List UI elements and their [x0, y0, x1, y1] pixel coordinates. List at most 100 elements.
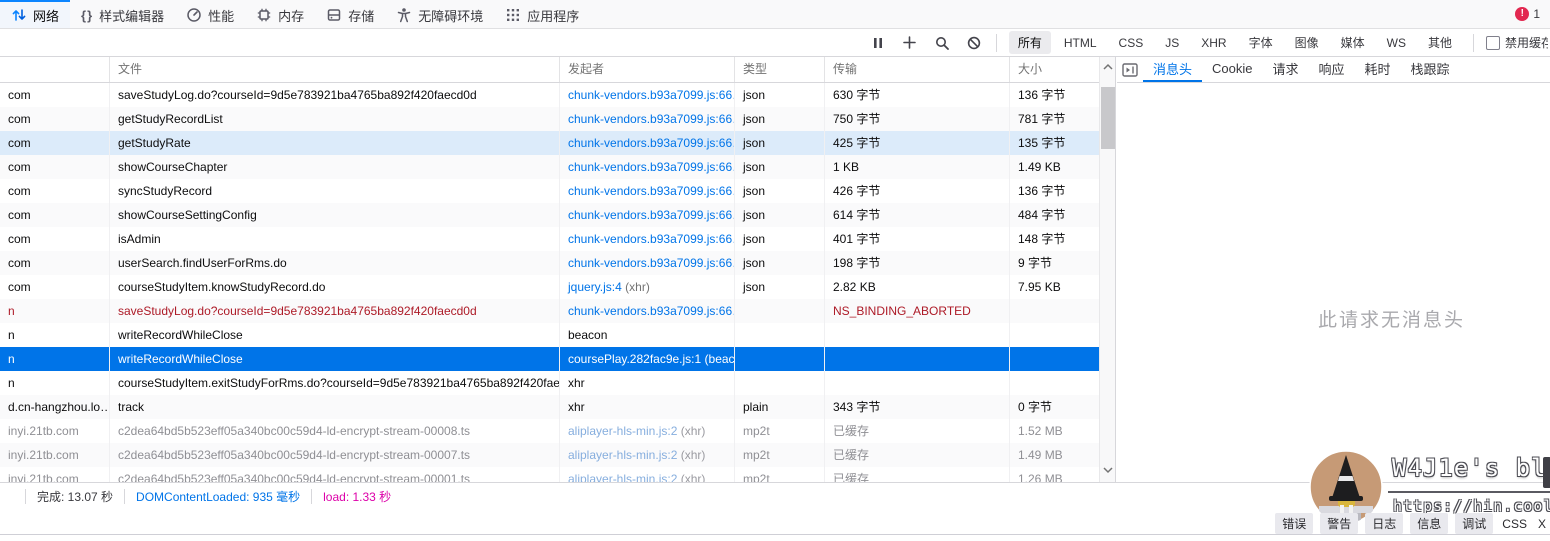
size-cell: 136 字节: [1010, 179, 1100, 203]
filter-js[interactable]: JS: [1156, 33, 1188, 53]
disable-cache-checkbox[interactable]: 禁用缓存: [1486, 34, 1548, 51]
initiator-link[interactable]: chunk-vendors.b93a7099.js:66…: [568, 208, 734, 222]
initiator-link[interactable]: chunk-vendors.b93a7099.js:66…: [568, 160, 734, 174]
detail-tab-response[interactable]: 响应: [1309, 57, 1355, 82]
block-button[interactable]: [964, 33, 984, 53]
transferred-cell: 198 字节: [825, 251, 1010, 275]
initiator-link[interactable]: chunk-vendors.b93a7099.js:66…: [568, 256, 734, 270]
network-toolbar-controls: 所有 HTML CSS JS XHR 字体 图像 媒体 WS 其他 禁用缓存: [868, 29, 1550, 56]
add-request-button[interactable]: [900, 33, 920, 53]
scrollbar-thumb[interactable]: [1101, 87, 1115, 149]
filter-other[interactable]: 其他: [1419, 31, 1461, 54]
transferred-cell: 已缓存: [825, 443, 1010, 467]
initiator-cause: (xhr): [677, 448, 706, 462]
initiator-link[interactable]: jquery.js:4: [568, 280, 622, 294]
domcontentloaded-time[interactable]: DOMContentLoaded: 935 毫秒: [136, 488, 300, 505]
filter-html[interactable]: HTML: [1055, 33, 1106, 53]
panel-toggle-icon: [1122, 62, 1138, 77]
scroll-down-icon[interactable]: [1101, 464, 1115, 476]
scroll-up-icon[interactable]: [1101, 61, 1115, 73]
file-cell: track: [110, 395, 560, 419]
table-scrollbar[interactable]: [1099, 57, 1115, 482]
size-cell: [1010, 371, 1100, 395]
console-filter-info[interactable]: 信息: [1410, 513, 1449, 534]
console-filter-css[interactable]: CSS: [1500, 515, 1529, 533]
initiator-link[interactable]: chunk-vendors.b93a7099.js:66…: [568, 112, 734, 126]
request-row[interactable]: com showCourseChapter chunk-vendors.b93a70…: [0, 155, 1115, 179]
column-header-type[interactable]: 类型: [735, 57, 825, 82]
initiator-cell: xhr: [560, 371, 735, 395]
checkbox-icon: [1486, 35, 1500, 50]
console-filter-debug[interactable]: 调试: [1455, 513, 1494, 534]
initiator-link[interactable]: aliplayer-hls-min.js:2: [568, 472, 677, 482]
request-row[interactable]: com getStudyRate chunk-vendors.b93a7099.js…: [0, 131, 1115, 155]
pause-button[interactable]: [868, 33, 888, 53]
detail-tab-stack-trace[interactable]: 栈跟踪: [1401, 57, 1460, 82]
column-header-transferred[interactable]: 传输: [825, 57, 1010, 82]
request-row[interactable]: inyi.21tb.com c2dea64bd5b523eff05a340bc00…: [0, 443, 1115, 467]
filter-xhr[interactable]: XHR: [1192, 33, 1235, 53]
console-filter-errors[interactable]: 错误: [1275, 513, 1314, 534]
request-row[interactable]: n saveStudyLog.do?courseId=9d5e783921ba47…: [0, 299, 1115, 323]
initiator-link[interactable]: chunk-vendors.b93a7099.js:66…: [568, 88, 734, 102]
network-arrows-icon: [12, 9, 26, 21]
request-row[interactable]: d.cn-hangzhou.lo… track xhr plain 343 字节 0 字节: [0, 395, 1115, 419]
initiator-cell: chunk-vendors.b93a7099.js:66…: [560, 203, 735, 227]
column-header-initiator[interactable]: 发起者: [560, 57, 735, 82]
initiator-link[interactable]: aliplayer-hls-min.js:2: [568, 424, 677, 438]
error-count-badge[interactable]: ! 1: [1505, 0, 1550, 28]
filter-css[interactable]: CSS: [1110, 33, 1153, 53]
initiator-link[interactable]: chunk-vendors.b93a7099.js:66…: [568, 304, 734, 318]
column-header-file[interactable]: 文件: [110, 57, 560, 82]
request-row[interactable]: com isAdmin chunk-vendors.b93a7099.js:66… j…: [0, 227, 1115, 251]
filter-fonts[interactable]: 字体: [1240, 31, 1282, 54]
filter-media[interactable]: 媒体: [1332, 31, 1374, 54]
page-edge-divider: [0, 534, 1550, 535]
size-cell: 136 字节: [1010, 83, 1100, 107]
initiator-link[interactable]: chunk-vendors.b93a7099.js:66…: [568, 232, 734, 246]
detail-tab-cookies[interactable]: Cookie: [1202, 57, 1262, 82]
tab-memory[interactable]: 内存: [245, 0, 315, 28]
request-row[interactable]: n writeRecordWhileClose coursePlay.282fac9…: [0, 347, 1115, 371]
column-header-domain[interactable]: [0, 57, 110, 82]
detail-tab-headers[interactable]: 消息头: [1143, 57, 1203, 82]
tab-network[interactable]: 网络: [0, 0, 71, 28]
initiator-cell: aliplayer-hls-min.js:2 (xhr): [560, 467, 735, 482]
panel-toggle-button[interactable]: [1117, 57, 1143, 82]
request-row[interactable]: inyi.21tb.com c2dea64bd5b523eff05a340bc00…: [0, 467, 1115, 482]
tab-application[interactable]: 应用程序: [494, 0, 590, 28]
size-cell: [1010, 323, 1100, 347]
transferred-cell: 已缓存: [825, 467, 1010, 482]
filter-images[interactable]: 图像: [1286, 31, 1328, 54]
console-filter-logs[interactable]: 日志: [1365, 513, 1404, 534]
detail-tab-timings[interactable]: 耗时: [1355, 57, 1401, 82]
initiator-text: xhr: [568, 376, 585, 390]
request-row[interactable]: inyi.21tb.com c2dea64bd5b523eff05a340bc00…: [0, 419, 1115, 443]
file-cell: c2dea64bd5b523eff05a340bc00c59d4-ld-encr…: [110, 467, 560, 482]
devtools-tabbar: 网络 {} 样式编辑器 性能 内存 存储 无障碍环境 应用程序 ! 1: [0, 0, 1550, 29]
request-row[interactable]: com userSearch.findUserForRms.do chunk-ven…: [0, 251, 1115, 275]
initiator-link[interactable]: chunk-vendors.b93a7099.js:66…: [568, 136, 734, 150]
request-row[interactable]: com courseStudyItem.knowStudyRecord.do jqu…: [0, 275, 1115, 299]
request-row[interactable]: com showCourseSettingConfig chunk-vendors.…: [0, 203, 1115, 227]
column-header-size[interactable]: 大小: [1010, 57, 1100, 82]
tab-storage[interactable]: 存储: [315, 0, 385, 28]
tab-accessibility[interactable]: 无障碍环境: [385, 0, 494, 28]
load-time[interactable]: load: 1.33 秒: [323, 488, 391, 505]
detail-tab-request[interactable]: 请求: [1262, 57, 1308, 82]
request-row[interactable]: com getStudyRecordList chunk-vendors.b93a7…: [0, 107, 1115, 131]
request-row[interactable]: n courseStudyItem.exitStudyForRms.do?cour…: [0, 371, 1115, 395]
filter-all[interactable]: 所有: [1008, 31, 1051, 54]
filter-ws[interactable]: WS: [1378, 33, 1415, 53]
request-row[interactable]: com saveStudyLog.do?courseId=9d5e783921ba…: [0, 83, 1115, 107]
console-filter-xhr[interactable]: X: [1536, 515, 1548, 533]
initiator-link[interactable]: coursePlay.282fac9e.js:1: [568, 352, 701, 366]
search-button[interactable]: [932, 33, 952, 53]
initiator-link[interactable]: aliplayer-hls-min.js:2: [568, 448, 677, 462]
tab-style-editor[interactable]: {} 样式编辑器: [70, 0, 175, 28]
console-filter-warnings[interactable]: 警告: [1320, 513, 1359, 534]
request-row[interactable]: com syncStudyRecord chunk-vendors.b93a7099…: [0, 179, 1115, 203]
tab-performance[interactable]: 性能: [175, 0, 245, 28]
initiator-link[interactable]: chunk-vendors.b93a7099.js:66…: [568, 184, 734, 198]
request-row[interactable]: n writeRecordWhileClose beacon: [0, 323, 1115, 347]
